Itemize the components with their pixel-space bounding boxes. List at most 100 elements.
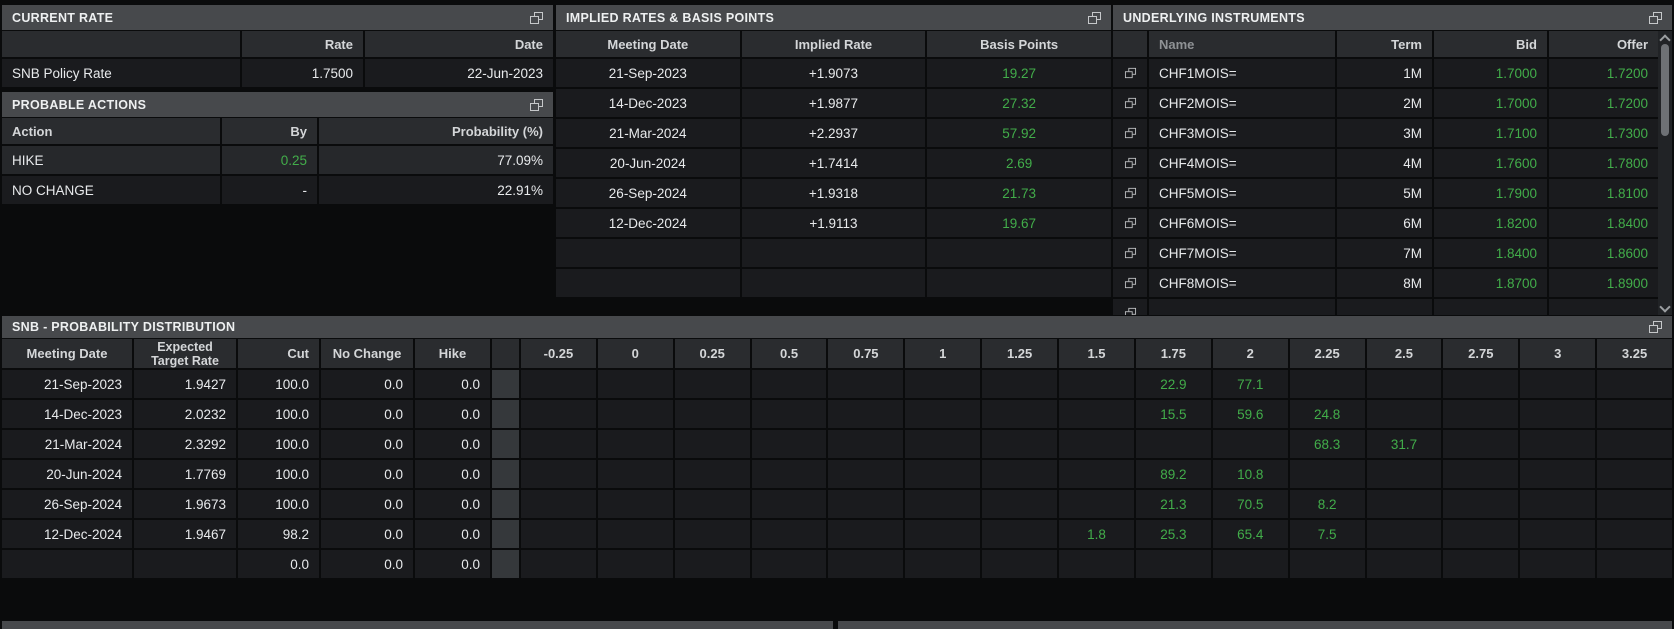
bucket-cell — [1597, 520, 1672, 548]
bucket-cell — [521, 430, 596, 458]
instrument-name-cell[interactable]: CHF6MOIS= — [1149, 209, 1335, 237]
scroll-up-button[interactable] — [1658, 31, 1672, 45]
popout-icon[interactable] — [530, 12, 543, 24]
meeting-date-cell: 21-Mar-2024 — [2, 430, 132, 458]
cut-cell: 100.0 — [238, 370, 319, 398]
bucket-cell — [521, 370, 596, 398]
open-quote-icon[interactable] — [1124, 188, 1135, 198]
bucket-cell — [521, 490, 596, 518]
open-quote-icon[interactable] — [1124, 248, 1135, 258]
scroll-down-button[interactable] — [1658, 301, 1672, 315]
bucket-cell — [1597, 430, 1672, 458]
open-quote-icon[interactable] — [1124, 278, 1135, 288]
column-header-bucket: 1.5 — [1059, 339, 1134, 368]
column-header — [2, 31, 240, 57]
probability-distribution-panel: SNB - PROBABILITY DISTRIBUTION Meeting D… — [2, 316, 1672, 578]
expected-target-rate-cell: 1.9427 — [134, 370, 236, 398]
bucket-cell: 10.8 — [1213, 460, 1288, 488]
basis-points-cell — [927, 239, 1111, 267]
rates-dashboard: CURRENT RATE Rate Date SNB Policy Rate 1… — [0, 0, 1674, 629]
basis-points-cell — [927, 269, 1111, 297]
popout-icon[interactable] — [530, 99, 543, 111]
cut-cell: 100.0 — [238, 490, 319, 518]
separator-cell — [492, 400, 519, 428]
open-quote-icon[interactable] — [1124, 68, 1135, 78]
implied-rate-cell: +1.7414 — [742, 149, 926, 177]
action-cell[interactable]: NO CHANGE — [2, 176, 220, 204]
instrument-name-cell[interactable] — [1149, 299, 1335, 315]
bucket-cell — [1520, 490, 1595, 518]
bucket-cell — [521, 550, 596, 578]
probability-cell[interactable]: 77.09% — [319, 146, 553, 174]
probability-cell[interactable]: 22.91% — [319, 176, 553, 204]
popout-icon[interactable] — [1088, 12, 1101, 24]
bucket-cell: 1.8 — [1059, 520, 1134, 548]
expected-target-rate-cell: 2.0232 — [134, 400, 236, 428]
policy-rate-date: 22-Jun-2023 — [365, 59, 553, 87]
policy-rate-value: 1.7500 — [242, 59, 363, 87]
chevron-down-icon — [1659, 301, 1670, 312]
expected-target-rate-cell: 1.9467 — [134, 520, 236, 548]
scroll-thumb[interactable] — [1661, 44, 1669, 136]
bucket-cell — [1443, 370, 1518, 398]
bucket-cell — [1443, 430, 1518, 458]
probable-actions-titlebar: PROBABLE ACTIONS — [2, 92, 553, 117]
bucket-cell — [982, 550, 1057, 578]
bucket-cell: 77.1 — [1213, 370, 1288, 398]
open-quote-icon[interactable] — [1124, 98, 1135, 108]
instrument-name-cell[interactable]: CHF8MOIS= — [1149, 269, 1335, 297]
column-header-bucket: 0 — [598, 339, 673, 368]
bucket-cell — [1597, 550, 1672, 578]
bucket-cell — [1213, 550, 1288, 578]
column-header-implied-rate: Implied Rate — [742, 31, 926, 57]
term-cell: 7M — [1337, 239, 1432, 267]
cut-cell: 100.0 — [238, 460, 319, 488]
instrument-name-cell[interactable]: CHF3MOIS= — [1149, 119, 1335, 147]
meeting-date-cell: 26-Sep-2024 — [556, 179, 740, 207]
scrollbar[interactable] — [1658, 31, 1672, 315]
instrument-popout-cell — [1113, 89, 1147, 117]
instrument-name-cell[interactable]: CHF1MOIS= — [1149, 59, 1335, 87]
no-change-cell: 0.0 — [321, 370, 413, 398]
action-cell[interactable]: HIKE — [2, 146, 220, 174]
meeting-date-cell: 21-Sep-2023 — [556, 59, 740, 87]
bid-cell: 1.7000 — [1434, 89, 1547, 117]
implied-rate-cell: +1.9877 — [742, 89, 926, 117]
meeting-date-cell: 14-Dec-2023 — [2, 400, 132, 428]
bid-cell: 1.7000 — [1434, 59, 1547, 87]
popout-icon[interactable] — [1649, 12, 1662, 24]
offer-cell: 1.8900 — [1549, 269, 1658, 297]
instrument-name-cell[interactable]: CHF4MOIS= — [1149, 149, 1335, 177]
bucket-cell — [1059, 430, 1134, 458]
bucket-cell — [1443, 490, 1518, 518]
bucket-cell: 59.6 — [1213, 400, 1288, 428]
by-cell[interactable]: 0.25 — [222, 146, 317, 174]
by-cell[interactable]: - — [222, 176, 317, 204]
column-header-bucket: 2.25 — [1290, 339, 1365, 368]
implied-rates-titlebar: IMPLIED RATES & BASIS POINTS — [556, 5, 1111, 30]
bucket-cell — [1443, 550, 1518, 578]
bucket-cell — [982, 400, 1057, 428]
open-quote-icon[interactable] — [1124, 158, 1135, 168]
instrument-popout-cell — [1113, 299, 1147, 315]
instrument-name-cell[interactable]: CHF5MOIS= — [1149, 179, 1335, 207]
open-quote-icon[interactable] — [1124, 308, 1135, 315]
current-rate-table: Rate Date SNB Policy Rate 1.7500 22-Jun-… — [2, 31, 553, 87]
bucket-cell: 89.2 — [1136, 460, 1211, 488]
bid-cell: 1.8200 — [1434, 209, 1547, 237]
column-header-name: Name — [1149, 31, 1335, 57]
meeting-date-cell: 21-Mar-2024 — [556, 119, 740, 147]
separator-cell — [492, 520, 519, 548]
bucket-cell — [521, 520, 596, 548]
instrument-name-cell[interactable]: CHF7MOIS= — [1149, 239, 1335, 267]
bucket-cell — [1443, 400, 1518, 428]
bucket-cell — [598, 550, 673, 578]
open-quote-icon[interactable] — [1124, 128, 1135, 138]
no-change-cell: 0.0 — [321, 550, 413, 578]
instrument-name-cell[interactable]: CHF2MOIS= — [1149, 89, 1335, 117]
popout-icon[interactable] — [1649, 321, 1662, 333]
probability-distribution-titlebar: SNB - PROBABILITY DISTRIBUTION — [2, 316, 1672, 338]
underlying-instruments-panel: UNDERLYING INSTRUMENTS Name Term Bid Off… — [1113, 5, 1672, 315]
bucket-cell — [828, 370, 903, 398]
open-quote-icon[interactable] — [1124, 218, 1135, 228]
